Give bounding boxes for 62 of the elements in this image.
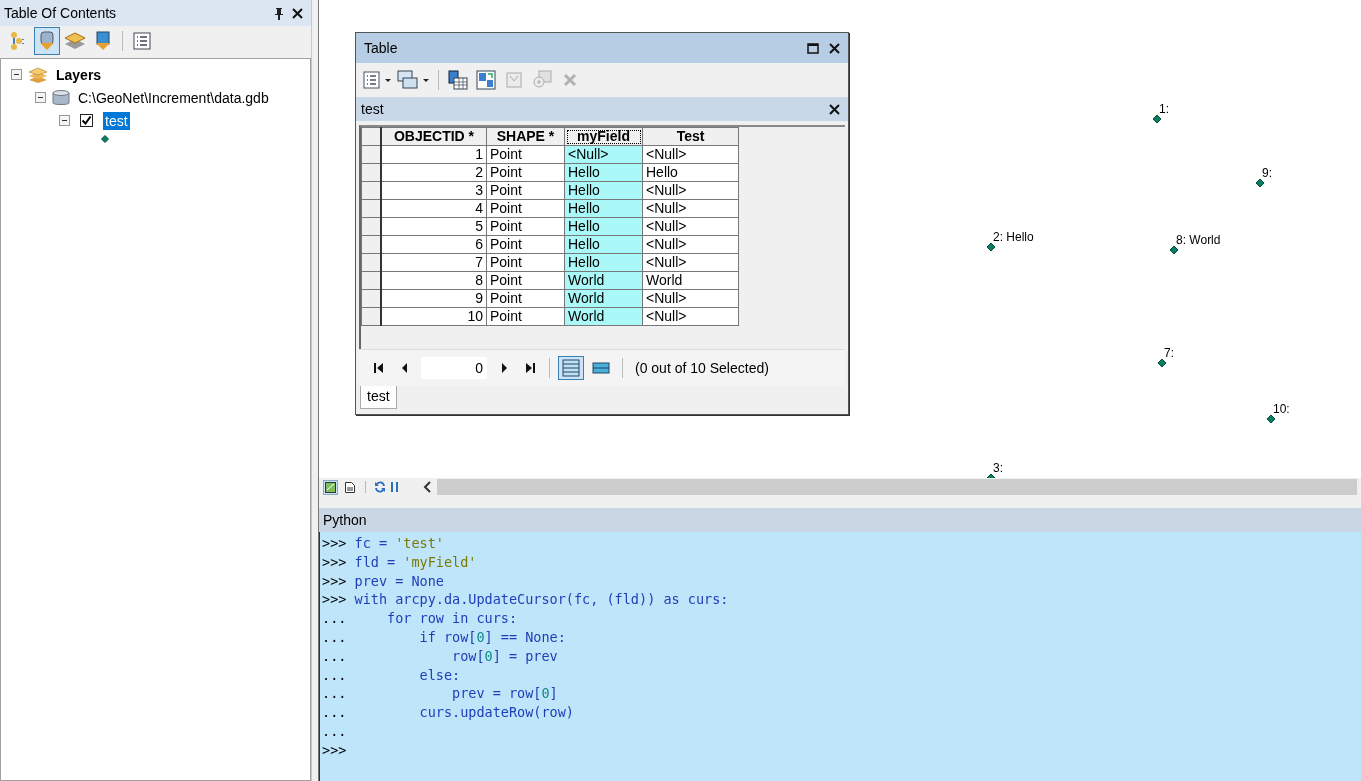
- layers-icon: [28, 66, 48, 83]
- console-line: >>> prev = None: [322, 571, 445, 591]
- list-icon[interactable]: [133, 32, 151, 50]
- point-label: 7:: [1164, 346, 1174, 360]
- collapse-icon[interactable]: [35, 92, 46, 103]
- map-point: [1266, 414, 1276, 424]
- collapse-icon[interactable]: [11, 69, 22, 80]
- console-line: ... row[0] = prev: [322, 646, 559, 666]
- scroll-left-icon[interactable]: [423, 481, 431, 493]
- pin-icon[interactable]: [274, 6, 284, 20]
- selection-status: (0 out of 10 Selected): [635, 360, 769, 376]
- console-line: ...: [322, 721, 348, 741]
- column-header[interactable]: myField: [564, 127, 643, 146]
- point-label: 2: Hello: [993, 230, 1034, 244]
- console-line: ... if row[0] == None:: [322, 628, 567, 647]
- point-label: 1:: [1159, 102, 1169, 116]
- map-point: [1255, 178, 1265, 188]
- frame-label[interactable]: Layers: [54, 65, 104, 84]
- record-number-field[interactable]: 0: [421, 357, 487, 379]
- column-header[interactable]: OBJECTID *: [381, 127, 487, 146]
- table-tab[interactable]: test: [360, 386, 397, 409]
- map-point: [1152, 114, 1162, 124]
- console-line: ... for row in curs:: [322, 609, 519, 628]
- column-header[interactable]: Test: [642, 127, 739, 146]
- database-icon: [52, 88, 70, 107]
- visibility-checkbox[interactable]: [80, 114, 93, 127]
- database-label[interactable]: C:\GeoNet\Increment\data.gdb: [76, 88, 271, 107]
- close-icon[interactable]: [829, 103, 840, 115]
- point-label: 8: World: [1176, 233, 1221, 247]
- table-name: test: [361, 101, 385, 117]
- window-title: Table: [364, 40, 399, 56]
- collapse-icon[interactable]: [59, 115, 70, 126]
- point-symbol-icon: [101, 135, 109, 143]
- horizontal-scrollbar[interactable]: [437, 479, 1357, 495]
- map-point: [1169, 245, 1179, 255]
- console-line: >>> with arcpy.da.UpdateCursor(fc, (fld)) as curs:: [322, 590, 730, 610]
- layer-label[interactable]: test: [103, 111, 130, 130]
- point-label: 3:: [993, 461, 1003, 475]
- corner-header[interactable]: [361, 127, 381, 146]
- console-line: ... prev = row[0]: [322, 684, 559, 704]
- maximize-icon[interactable]: [807, 42, 819, 54]
- refresh-icon[interactable]: [374, 481, 386, 493]
- console-line: >>> fc = 'test': [322, 534, 445, 553]
- close-icon[interactable]: [829, 42, 840, 54]
- selected-rows-icon[interactable]: [592, 362, 610, 374]
- console-line: ... curs.updateRow(row): [322, 703, 575, 722]
- point-label: 10:: [1273, 402, 1290, 416]
- console-line: >>>: [322, 740, 348, 760]
- map-point: [986, 242, 996, 252]
- console-line: >>> fld = 'myField': [322, 552, 478, 572]
- next-icon[interactable]: [500, 363, 508, 373]
- previous-icon[interactable]: [400, 363, 408, 373]
- pause-icon[interactable]: [390, 482, 399, 492]
- panel-title: Python: [323, 512, 367, 528]
- console-line: ... else:: [322, 665, 462, 685]
- first-icon[interactable]: [372, 363, 384, 373]
- column-header[interactable]: SHAPE *: [486, 127, 565, 146]
- close-icon[interactable]: [292, 7, 303, 19]
- map-point: [1157, 358, 1167, 368]
- point-label: 9:: [1262, 166, 1272, 180]
- last-icon[interactable]: [524, 363, 536, 373]
- panel-title: Table Of Contents: [4, 5, 118, 21]
